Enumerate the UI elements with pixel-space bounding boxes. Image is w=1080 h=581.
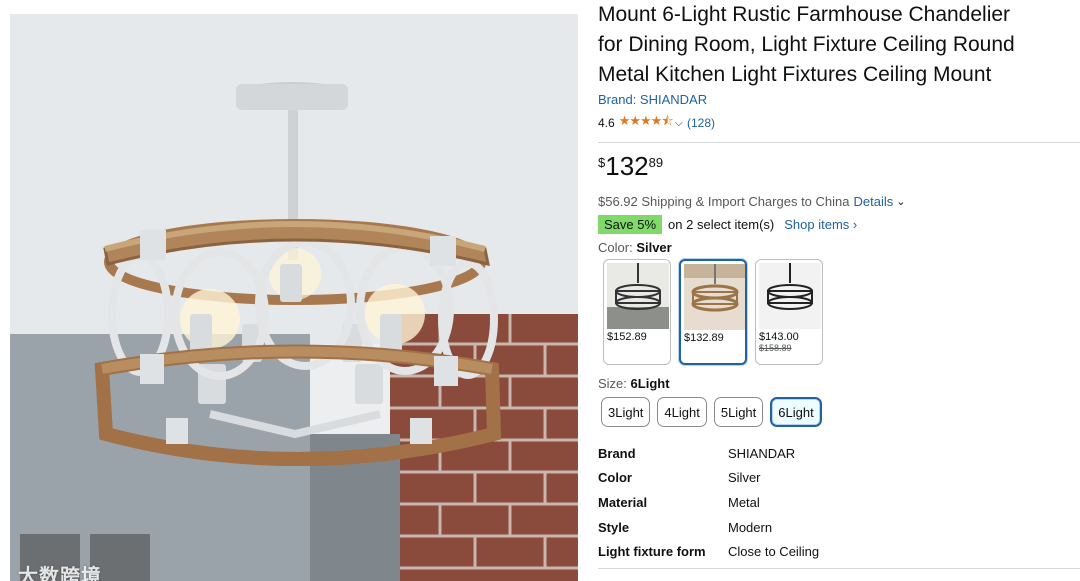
spec-key: Light fixture form	[598, 544, 706, 560]
selected-color-value: Silver	[636, 240, 672, 255]
color-swatch-option[interactable]: $143.00 $158.89	[755, 259, 823, 365]
size-option-4light[interactable]: 4Light	[657, 397, 707, 427]
spec-key: Color	[598, 470, 632, 486]
spec-value: Metal	[728, 494, 760, 510]
shipping-details-link[interactable]: Details	[854, 194, 894, 209]
color-label-text: Color:	[598, 240, 633, 255]
divider	[598, 142, 1080, 143]
color-swatch-option[interactable]: $152.89	[603, 259, 671, 365]
price: $ 132 89	[598, 151, 1080, 189]
shop-items-link[interactable]: Shop items ›	[784, 217, 857, 232]
product-title-line: Mount 6-Light Rustic Farmhouse Chandelie…	[598, 3, 1011, 26]
section-divider	[598, 568, 1080, 569]
size-label-text: Size:	[598, 376, 627, 391]
brand-link[interactable]: Brand: SHIANDAR	[598, 92, 1080, 110]
full-stars-icon: ★★★★	[618, 113, 663, 128]
save-badge: Save 5%	[598, 214, 663, 234]
product-title: Mount 6-Light Rustic Farmhouse Chandelie…	[598, 0, 1080, 90]
rating-row: 4.6 ★★★★⯪ ⌵ (128)	[598, 112, 1080, 134]
size-option-5light[interactable]: 5Light	[713, 397, 764, 427]
price-whole: 132	[605, 151, 649, 181]
review-count-link[interactable]: (128)	[687, 116, 715, 130]
swatch-list-price: $158.89	[759, 343, 792, 353]
spec-row: Brand SHIANDAR	[598, 441, 819, 466]
spec-value: SHIANDAR	[728, 445, 796, 461]
product-details-panel: Mount 6-Light Rustic Farmhouse Chandelie…	[598, 0, 1080, 564]
shipping-text: $56.92 Shipping & Import Charges to Chin…	[598, 193, 850, 209]
size-option-6light-selected[interactable]: 6Light	[770, 397, 822, 427]
rating-chevron-icon[interactable]: ⌵	[675, 117, 683, 130]
product-main-image[interactable]: 大数跨境	[10, 14, 578, 581]
spec-value: Close to Ceiling	[728, 544, 820, 560]
product-title-line: for Dining Room, Light Fixture Ceiling R…	[598, 33, 1015, 56]
spec-row: Material Metal	[598, 490, 819, 515]
coupon-row: Save 5% on 2 select item(s) Shop items ›	[598, 213, 1080, 235]
chandelier-illustration	[10, 14, 578, 581]
spec-key: Material	[598, 494, 648, 510]
chevron-down-icon[interactable]: ⌄	[896, 195, 905, 208]
swatch-price: $152.89	[607, 331, 647, 343]
spec-key: Style	[598, 519, 630, 535]
size-option-3light[interactable]: 3Light	[601, 397, 651, 427]
spec-value: Silver	[728, 470, 761, 486]
spec-row: Color Silver	[598, 466, 819, 491]
swatch-price: $143.00	[759, 331, 799, 343]
image-watermark: 大数跨境	[18, 566, 102, 581]
swatch-price: $132.89	[684, 332, 724, 344]
spec-row: Style Modern	[598, 515, 819, 540]
swatch-thumbnail	[684, 264, 745, 330]
selected-size-value: 6Light	[630, 376, 670, 391]
spec-value: Modern	[728, 519, 773, 535]
swatch-thumbnail	[607, 263, 669, 329]
spec-row: Light fixture form Close to Ceiling	[598, 539, 819, 564]
product-title-line: Metal Kitchen Light Fixtures Ceiling Mou…	[598, 63, 992, 86]
color-label: Color: Silver	[598, 239, 1080, 257]
price-fraction: 89	[648, 155, 664, 170]
rating-value: 4.6	[598, 116, 615, 130]
spec-key: Brand	[598, 445, 636, 461]
half-star-icon: ⯪	[661, 113, 673, 128]
color-swatches: $152.89 $132.89 $143.00 $158.89	[603, 259, 1080, 365]
swatch-thumbnail	[759, 263, 821, 329]
product-specs-table: Brand SHIANDAR Color Silver Material Metal …	[598, 441, 819, 564]
price-symbol: $	[598, 155, 606, 170]
color-swatch-option-selected[interactable]: $132.89	[679, 259, 747, 365]
star-rating-icon[interactable]: ★★★★⯪	[618, 112, 674, 134]
size-label: Size: 6Light	[598, 375, 1080, 393]
shipping-info: $56.92 Shipping & Import Charges to Chin…	[598, 191, 1080, 211]
coupon-text: on 2 select item(s)	[668, 216, 775, 232]
size-options: 3Light 4Light 5Light 6Light	[601, 397, 1080, 427]
